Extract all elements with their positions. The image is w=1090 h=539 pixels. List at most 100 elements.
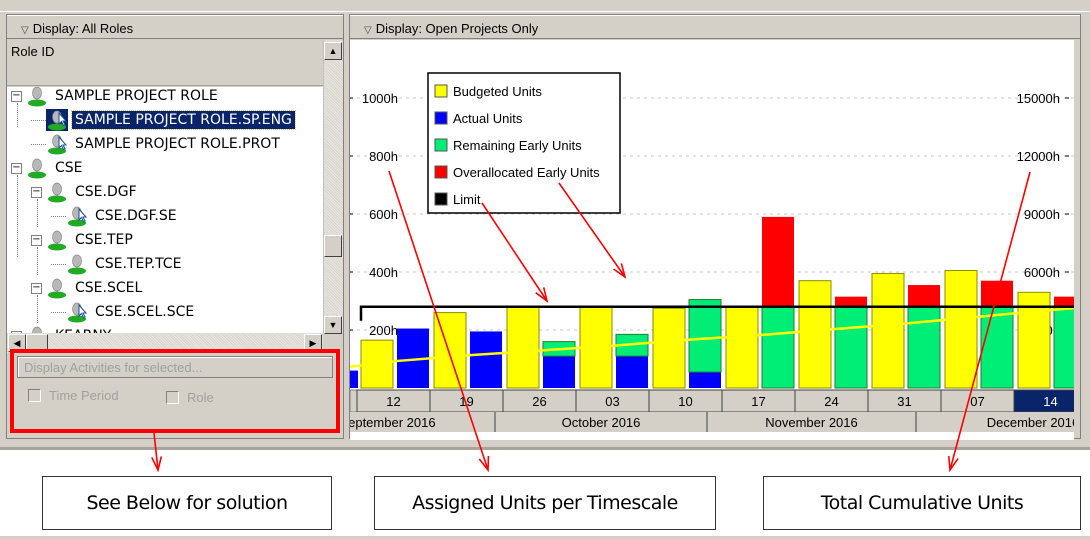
- legend-label: Actual Units: [453, 111, 523, 126]
- tree-item[interactable]: − CSE.DGF: [31, 181, 140, 203]
- bar-overallocated: [835, 296, 867, 307]
- column-header-label: Role ID: [11, 44, 55, 59]
- arrow-assigned-units-head: [478, 455, 490, 473]
- tree-connector-line: [37, 199, 38, 227]
- role-icon: [26, 325, 48, 333]
- application-window: ▽ Display: All Roles Role ID − SAMPLE PRO…: [0, 0, 1090, 450]
- time-period-label: Time Period: [49, 388, 119, 403]
- tree-connector: [51, 215, 66, 217]
- display-projects-dropdown[interactable]: ▽ Display: Open Projects Only: [350, 15, 1080, 39]
- chart-svg: 200h400h600h800h1000h3000h6000h9000h1200…: [350, 72, 1074, 432]
- scroll-thumb[interactable]: [324, 235, 342, 257]
- bar-budgeted: [944, 270, 978, 389]
- bar-remaining: [688, 299, 722, 373]
- callout-see-below: See Below for solution: [42, 476, 332, 530]
- checkbox-icon: [28, 389, 41, 402]
- display-roles-dropdown[interactable]: ▽ Display: All Roles: [7, 15, 343, 39]
- display-activities-title: Display Activities for selected...: [17, 356, 333, 378]
- tree-item-label: CSE.TEP: [75, 232, 133, 248]
- month-label[interactable]: September 2016: [350, 415, 436, 430]
- bar-actual: [470, 331, 502, 388]
- week-label[interactable]: 31: [897, 394, 911, 409]
- scroll-up-button[interactable]: ▲: [324, 42, 342, 60]
- chevron-down-icon: ▽: [21, 25, 29, 36]
- month-label[interactable]: December 2016: [987, 415, 1074, 430]
- role-icon: [26, 157, 48, 179]
- legend-label: Remaining Early Units: [453, 138, 582, 153]
- y-tick-label: 800h: [369, 149, 398, 164]
- tree-item-label: CSE.DGF: [75, 184, 137, 200]
- time-period-checkbox[interactable]: Time Period: [28, 388, 119, 403]
- checkbox-icon: [166, 391, 179, 404]
- role-cursor-icon: [46, 133, 68, 155]
- role-checkbox[interactable]: Role: [166, 390, 214, 405]
- tree-item[interactable]: CSE.TEP.TCE: [51, 253, 184, 275]
- week-label[interactable]: 17: [751, 394, 765, 409]
- role-label: Role: [187, 390, 214, 405]
- vertical-scrollbar[interactable]: ▲ ▼: [323, 40, 343, 334]
- tree-item-label: CSE.TEP.TCE: [95, 256, 182, 272]
- month-label[interactable]: November 2016: [765, 415, 858, 430]
- tree-item[interactable]: − CSE.SCEL: [31, 277, 145, 299]
- scroll-down-button[interactable]: ▼: [324, 316, 342, 334]
- bar-overallocated: [981, 280, 1013, 307]
- bar-budgeted: [506, 306, 540, 389]
- week-label[interactable]: 19: [459, 394, 473, 409]
- bar-budgeted: [725, 306, 759, 389]
- tree-item[interactable]: CSE.DGF.SE: [51, 205, 180, 227]
- role-cursor-icon: [66, 205, 88, 227]
- collapse-toggle-icon[interactable]: −: [11, 162, 22, 174]
- tree-item-label: SAMPLE PROJECT ROLE.PROT: [75, 136, 280, 152]
- bar-overallocated: [908, 285, 940, 307]
- tree-connector-line: [17, 103, 18, 127]
- week-label[interactable]: 03: [605, 394, 619, 409]
- week-label[interactable]: 10: [678, 394, 692, 409]
- arrow-to-solution-head: [151, 456, 163, 473]
- tree-item[interactable]: CSE.SCEL.SCE: [51, 301, 197, 323]
- tree-item-label: SAMPLE PROJECT ROLE: [55, 88, 218, 104]
- tree-connector: [31, 143, 46, 145]
- legend-label: Budgeted Units: [453, 84, 542, 99]
- callout-total-cumulative: Total Cumulative Units: [763, 476, 1081, 530]
- tree-item[interactable]: − KEARNY: [11, 325, 114, 333]
- week-label[interactable]: 24: [824, 394, 838, 409]
- week-label[interactable]: 26: [532, 394, 546, 409]
- role-cursor-icon: [46, 109, 68, 131]
- display-activities-box: Display Activities for selected... Time …: [10, 349, 340, 433]
- role-icon: [46, 181, 68, 203]
- tree-item[interactable]: SAMPLE PROJECT ROLE.SP.ENG: [31, 109, 296, 131]
- tree-item[interactable]: − CSE: [11, 157, 86, 179]
- histogram-panel: ▽ Display: Open Projects Only 200h 400h 600…: [349, 14, 1081, 440]
- bar-actual: [616, 356, 648, 388]
- month-label[interactable]: October 2016: [562, 415, 641, 430]
- tree-item[interactable]: − CSE.TEP: [31, 229, 136, 251]
- tree-item[interactable]: − SAMPLE PROJECT ROLE: [11, 87, 221, 107]
- collapse-toggle-icon[interactable]: −: [31, 186, 42, 198]
- collapse-toggle-icon[interactable]: −: [31, 234, 42, 246]
- bar-remaining: [1053, 306, 1074, 389]
- role-icon: [46, 229, 68, 251]
- y2-tick-label: 15000h: [1017, 91, 1060, 106]
- tree-connector: [51, 311, 66, 313]
- resource-usage-chart: 200h400h600h800h1000h3000h6000h9000h1200…: [350, 40, 1074, 440]
- collapse-toggle-icon[interactable]: −: [11, 90, 22, 102]
- bar-actual: [543, 356, 575, 388]
- legend-swatch: [434, 84, 448, 98]
- y-tick-label: 1000h: [362, 91, 398, 106]
- role-icon: [66, 253, 88, 275]
- y-tick-label: 400h: [369, 265, 398, 280]
- week-label[interactable]: 12: [386, 394, 400, 409]
- collapse-toggle-icon[interactable]: −: [31, 282, 42, 294]
- bar-remaining: [980, 306, 1014, 389]
- tree-connector-line: [17, 175, 18, 257]
- bar-overallocated: [762, 216, 794, 307]
- bar-budgeted: [433, 312, 467, 389]
- tree-item-label: SAMPLE PROJECT ROLE.SP.ENG: [71, 110, 296, 130]
- callout-assigned-units: Assigned Units per Timescale: [374, 476, 716, 530]
- week-label[interactable]: 14: [1043, 394, 1057, 409]
- tree-item[interactable]: SAMPLE PROJECT ROLE.PROT: [31, 133, 283, 155]
- callout-label: Total Cumulative Units: [820, 492, 1024, 514]
- role-id-column-header[interactable]: Role ID: [7, 40, 323, 86]
- week-label[interactable]: 07: [970, 394, 984, 409]
- legend-label: Limit: [453, 192, 481, 207]
